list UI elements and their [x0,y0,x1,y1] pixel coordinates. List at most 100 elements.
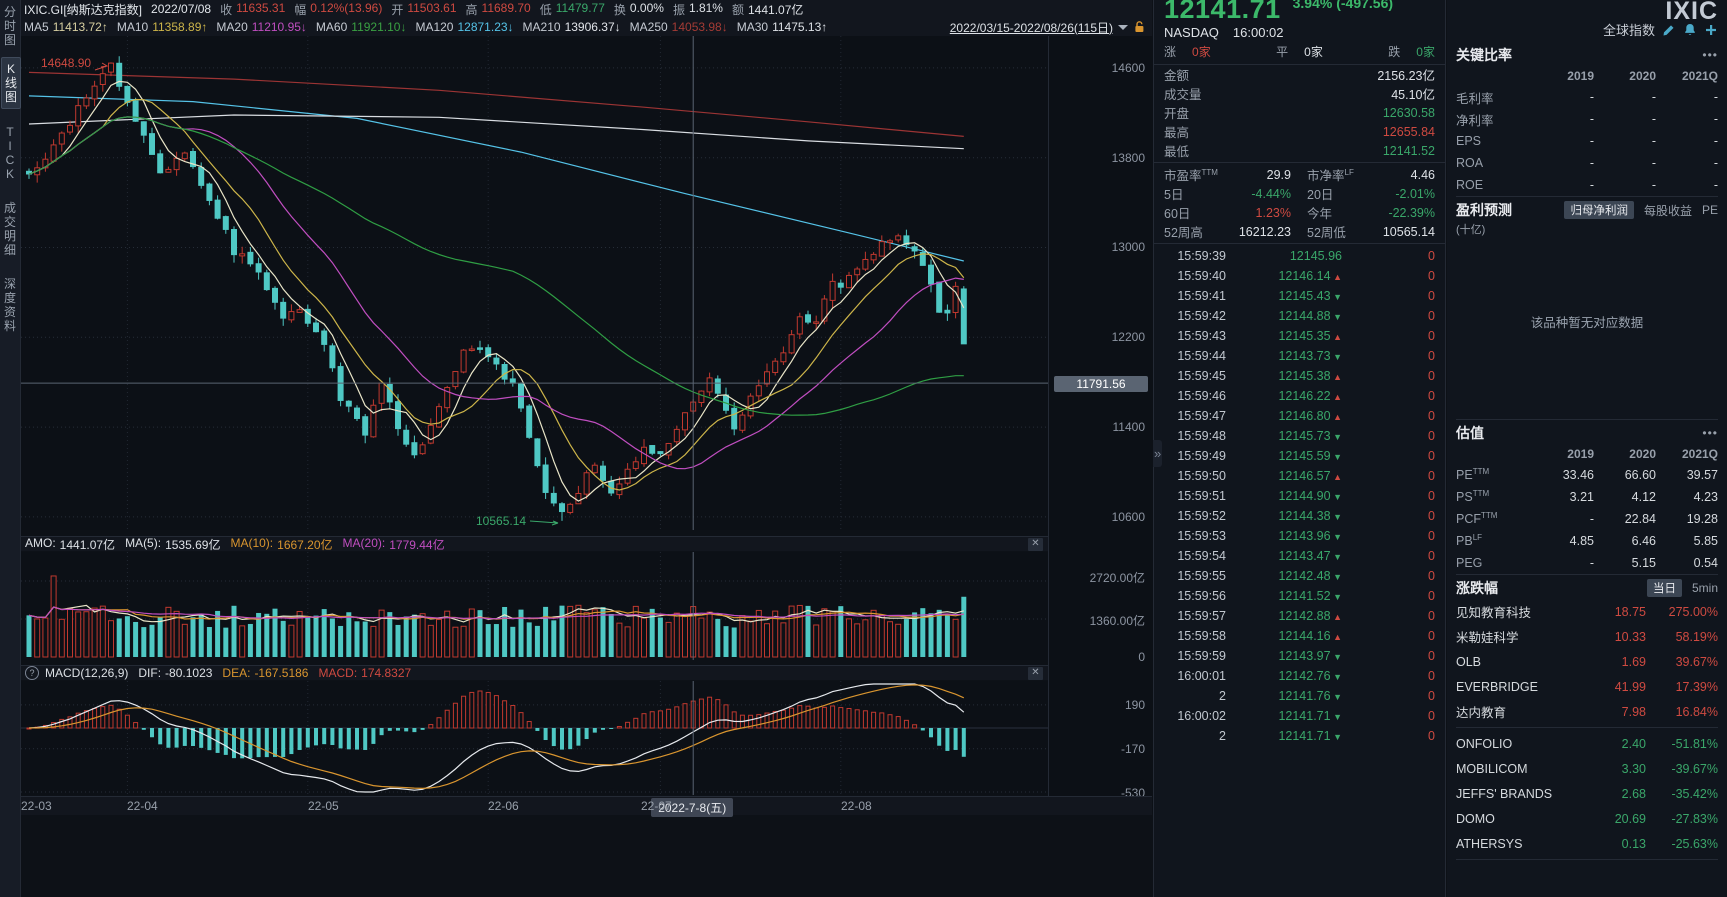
tick-row: 15:59:3912145.960 [1154,246,1445,266]
add-to-watchlist-icon[interactable] [1704,23,1718,37]
forecast-tab-2[interactable]: 每股收益 [1644,202,1692,219]
quote-pair-row: 5日-4.44%20日-2.01% [1154,184,1445,203]
tick-row: 15:59:5912143.97 ▼0 [1154,646,1445,666]
mover-row[interactable]: EVERBRIDGE41.9917.39% [1456,674,1718,699]
sidebar-tab-2[interactable]: K线图 [1,57,21,109]
top-losers-list: ONFOLIO2.40-51.81%MOBILICOM3.30-39.67%JE… [1456,731,1718,856]
quote-pair-row: 52周高16212.2352周低10565.14 [1154,222,1445,241]
divider [1456,727,1718,728]
valuation-columns: 201920202021Q [1456,444,1718,464]
macd-chart[interactable] [21,681,1048,795]
sidebar-tab-4[interactable]: 成交明细 [1,197,19,261]
view-mode-sidebar: 分时图 K线图 TICK 成交明细深度资料 [0,0,21,897]
svg-text:10565.14: 10565.14 [476,514,526,528]
alert-bell-icon[interactable] [1683,23,1697,37]
help-icon[interactable]: ? [25,666,39,680]
mover-row[interactable]: 达内教育7.9816.84% [1456,699,1718,724]
expand-panel-icon[interactable]: » [1153,440,1162,467]
ratio-row: 毛利率--- [1456,86,1718,108]
sidebar-tab-1[interactable]: 分时图 [1,1,19,51]
x-axis-date: 22-05 [308,799,339,813]
tick-row: 15:59:5112144.90 ▼0 [1154,486,1445,506]
mover-row[interactable]: 米勒娃科学10.3358.19% [1456,624,1718,649]
chart-column: IXIC.GI[纳斯达克指数] 2022/07/08 收11635.31幅0.1… [21,0,1152,897]
close-icon[interactable]: ✕ [1028,538,1043,551]
ma-value: MA3011475.13↑ [737,20,828,34]
quote-pair-row: 60日1.23%今年-22.39% [1154,203,1445,222]
divider [1154,243,1445,244]
ratio-row: 净利率--- [1456,108,1718,130]
mover-row[interactable]: DOMO20.69-27.83% [1456,806,1718,831]
svg-text:14648.90: 14648.90 [41,56,91,70]
edit-icon[interactable] [1662,23,1676,37]
movers-tab-2[interactable]: 5min [1692,581,1718,595]
mover-row[interactable]: 见知教育科技18.75275.00% [1456,599,1718,624]
movers-tab-1[interactable]: 当日 [1647,579,1682,597]
tick-row: 15:59:5512142.48 ▼0 [1154,566,1445,586]
date-range-selector[interactable]: 2022/03/15-2022/08/26(115日) [950,19,1152,36]
ratio-row: EPS--- [1456,130,1718,152]
x-axis-date: 22-06 [488,799,519,813]
section-title: 估值 [1456,423,1484,443]
valuation-row: PBLF4.856.465.85 [1456,530,1718,552]
close-icon[interactable]: ✕ [1028,667,1043,680]
section-title: 涨跌幅 [1456,578,1498,598]
dea-value: -167.5186 [254,666,308,680]
amo-value: 1441.07亿 [60,536,115,553]
chevron-down-icon[interactable] [1118,25,1128,35]
mover-row[interactable]: ONFOLIO2.40-51.81% [1456,731,1718,756]
macd-value: 174.8327 [361,666,411,680]
quote-rows: 金额2156.23亿成交量45.10亿开盘12630.58最高12655.84最… [1154,65,1445,160]
more-menu-icon[interactable]: ••• [1702,48,1718,62]
tick-row: 15:59:5212144.38 ▼0 [1154,506,1445,526]
volume-chart[interactable] [21,552,1048,660]
sidebar-tab-3[interactable]: TICK [1,121,19,185]
tick-row: 15:59:5712142.88 ▲0 [1154,606,1445,626]
date-range-text[interactable]: 2022/03/15-2022/08/26(115日) [950,19,1113,36]
tick-row: 15:59:4112145.43 ▼0 [1154,286,1445,306]
mover-row[interactable]: JEFFS' BRANDS2.68-35.42% [1456,781,1718,806]
vol-ma20-label: MA(20): [343,536,386,553]
column-header: 2020 [1594,447,1656,461]
mover-row[interactable]: OLB1.6939.67% [1456,649,1718,674]
y-axis-label: 13000 [1112,240,1145,254]
mover-row[interactable]: ATHERSYS0.13-25.63% [1456,831,1718,856]
quote-row: 开盘12630.58 [1154,103,1445,122]
sidebar-tab-5[interactable]: 深度资料 [1,273,19,337]
valuation-row: PSTTM3.214.124.23 [1456,486,1718,508]
x-axis-date: 22-08 [841,799,872,813]
tick-row: 15:59:5812144.16 ▲0 [1154,626,1445,646]
ohlc-field: 开11503.61 [391,1,456,18]
tick-row: 15:59:5012146.57 ▲0 [1154,466,1445,486]
tick-row: 15:59:4612146.22 ▲0 [1154,386,1445,406]
volume-axis-label: 1360.00亿 [1090,612,1145,629]
category-label: 全球指数 [1603,20,1655,39]
mover-row[interactable]: MOBILICOM3.30-39.67% [1456,756,1718,781]
fundamentals-panel: IXIC 全球指数 关键比率 ••• 201920202021Q 毛利率---净… [1447,0,1727,897]
key-ratios-rows: 毛利率---净利率---EPS---ROA---ROE--- [1456,86,1718,196]
tick-row: 15:59:4712146.80 ▲0 [1154,406,1445,426]
y-axis-label: 14600 [1112,61,1145,75]
y-axis-label: 10600 [1112,510,1145,524]
column-header: 2020 [1594,69,1656,83]
vol-ma10-label: MA(10): [230,536,273,553]
ma-value: MA25014053.98↓ [630,20,728,34]
forecast-tab-3[interactable]: PE [1702,203,1718,217]
forecast-tab-1[interactable]: 归母净利润 [1564,201,1634,219]
macd-title: MACD(12,26,9) [45,666,128,680]
macd-axis-label: 190 [1125,698,1145,712]
time-axis[interactable]: 2022-7-8(五) 22-0322-0422-0522-0622-0722-… [21,796,1152,815]
tick-row: 16:00:0112142.76 ▼0 [1154,666,1445,686]
unlock-icon[interactable] [1133,20,1146,34]
quote-time: 16:00:02 [1233,25,1284,40]
quote-row: 最高12655.84 [1154,122,1445,141]
ohlc-fields: 收11635.31幅0.12%(13.96)开11503.61高11689.70… [220,1,803,18]
column-header: 2021Q [1656,447,1718,461]
candlestick-chart[interactable]: 14648.90 10565.14 [21,36,1048,530]
valuation-row: PETTM33.4666.6039.57 [1456,464,1718,486]
earnings-forecast-header: 盈利预测 归母净利润每股收益PE [1456,196,1718,221]
price-axis[interactable]: 11791.56 1460013800130001220011400106002… [1048,36,1153,814]
more-menu-icon[interactable]: ••• [1702,426,1718,440]
tick-row: 15:59:4812145.73 ▼0 [1154,426,1445,446]
time-and-sales-list[interactable]: 15:59:3912145.96015:59:4012146.14 ▲015:5… [1154,246,1445,746]
